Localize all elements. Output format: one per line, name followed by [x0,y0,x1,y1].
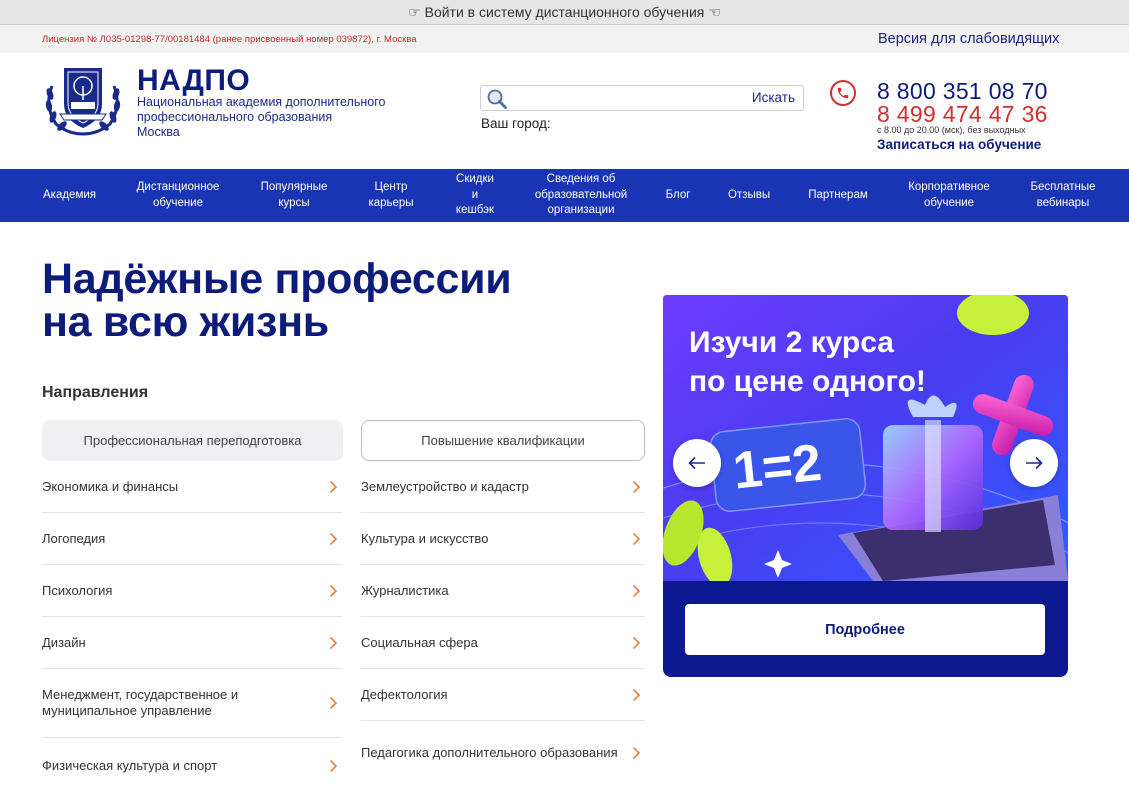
nav-item-distance-learning[interactable]: Дистанционное обучение [134,180,222,211]
chevron-right-icon [329,532,338,545]
info-bar: Лицензия № Л035-01298-77/00181484 (ранее… [0,25,1129,53]
tab-professional-retraining[interactable]: Профессиональная переподготовка [42,420,343,461]
list-item[interactable]: Журналистика [361,565,645,617]
nav-item-discounts-cashback[interactable]: Скидки и кешбэк [453,172,497,219]
list-item[interactable]: Дизайн [42,617,342,669]
directions-list-left: Экономика и финансы Логопедия Психология… [42,461,342,786]
nav-item-blog[interactable]: Блог [665,188,691,204]
nav-item-corporate-learning[interactable]: Корпоративное обучение [906,180,992,211]
nav-item-reviews[interactable]: Отзывы [728,188,770,204]
list-item[interactable]: Психология [42,565,342,617]
list-item-label: Экономика и финансы [42,478,179,494]
distance-learning-login-text: ☞ Войти в систему дистанционного обучени… [408,3,721,20]
more-details-button[interactable]: Подробнее [685,604,1045,655]
chevron-right-icon [329,584,338,597]
phone-hours: с 8.00 до 20.00 (мск), без выходных [877,125,1026,135]
chevron-right-icon [329,759,338,773]
list-item[interactable]: Социальная сфера [361,617,645,669]
list-item-label: Дефектология [361,686,448,702]
chevron-right-icon [329,696,338,710]
list-item[interactable]: Менеджмент, государственное и муниципаль… [42,669,342,738]
page-title-line2: на всю жизнь [42,298,329,346]
list-item[interactable]: Педагогика дополнительного образования [361,721,645,785]
list-item-label: Менеджмент, государственное и муниципаль… [42,687,239,718]
enroll-link[interactable]: Записаться на обучение [877,137,1041,152]
nav-item-organization-info[interactable]: Сведения об образовательной организации [534,172,628,219]
list-item[interactable]: Землеустройство и кадастр [361,461,645,513]
phone-icon [830,80,856,106]
search-button[interactable]: Искать [752,90,795,105]
list-item-label: Социальная сфера [361,634,478,650]
list-item-label: Землеустройство и кадастр [361,478,529,494]
directions-list-right: Землеустройство и кадастр Культура и иск… [361,461,645,785]
search-box: Искать [480,85,804,111]
chevron-right-icon [329,636,338,649]
distance-learning-login-link[interactable]: ☞ Войти в систему дистанционного обучени… [0,0,1129,25]
nav-item-free-webinars[interactable]: Бесплатные вебинары [1029,180,1097,211]
nav-item-popular-courses[interactable]: Популярные курсы [259,180,329,211]
nav-item-partners[interactable]: Партнерам [807,188,869,204]
nav-item-career-center[interactable]: Центр карьеры [366,180,416,211]
brand-subtitle: Национальная академия дополнительного пр… [137,95,386,124]
list-item-label: Физическая культура и спорт [42,758,218,773]
list-item-label: Педагогика дополнительного образования [361,745,618,760]
promo-banner-title-line1: Изучи 2 курса [689,326,894,359]
list-item[interactable]: Логопедия [42,513,342,565]
tab-qualification-upgrade[interactable]: Повышение квалификации [361,420,645,461]
arrow-left-icon [688,456,705,470]
list-item[interactable]: Физическая культура и спорт [42,738,342,786]
list-item[interactable]: Дефектология [361,669,645,721]
vision-impaired-version-link[interactable]: Версия для слабовидящих [878,31,1059,47]
promo-badge-text: 1=2 [730,434,824,501]
list-item-label: Журналистика [361,582,449,598]
chevron-right-icon [632,688,641,701]
search-input[interactable] [511,88,741,108]
chevron-right-icon [632,480,641,493]
search-icon [486,88,508,110]
main-nav: Академия Дистанционное обучение Популярн… [0,169,1129,222]
chevron-right-icon [329,480,338,493]
list-item[interactable]: Культура и искусство [361,513,645,565]
chevron-right-icon [632,746,641,760]
arrow-right-icon [1026,456,1043,470]
promo-banner-title-line2: по цене одного! [689,365,926,398]
promo-banner[interactable]: 1=2 Изучи 2 курса по цене одного! Подроб… [663,295,1068,677]
chevron-right-icon [632,532,641,545]
page-title: Надёжные профессии на всю жизнь [42,258,602,344]
nav-item-academy[interactable]: Академия [42,188,97,204]
chevron-right-icon [632,584,641,597]
list-item-label: Психология [42,582,113,598]
carousel-prev-button[interactable] [673,439,721,487]
directions-heading: Направления [42,384,149,401]
academy-logo[interactable] [42,64,124,136]
carousel-next-button[interactable] [1010,439,1058,487]
city-selector[interactable]: Ваш город: [481,116,551,131]
list-item-label: Дизайн [42,634,86,650]
brand-city: Москва [137,125,180,139]
brand-title[interactable]: НАДПО [137,64,250,98]
page-title-line1: Надёжные профессии [42,255,512,303]
phone-number-secondary[interactable]: 8 499 474 47 36 [877,101,1048,128]
list-item-label: Культура и искусство [361,530,489,546]
license-text: Лицензия № Л035-01298-77/00181484 (ранее… [42,34,417,45]
promo-banner-title: Изучи 2 курса по цене одного! [689,323,926,401]
list-item-label: Логопедия [42,530,106,546]
list-item[interactable]: Экономика и финансы [42,461,342,513]
chevron-right-icon [632,636,641,649]
